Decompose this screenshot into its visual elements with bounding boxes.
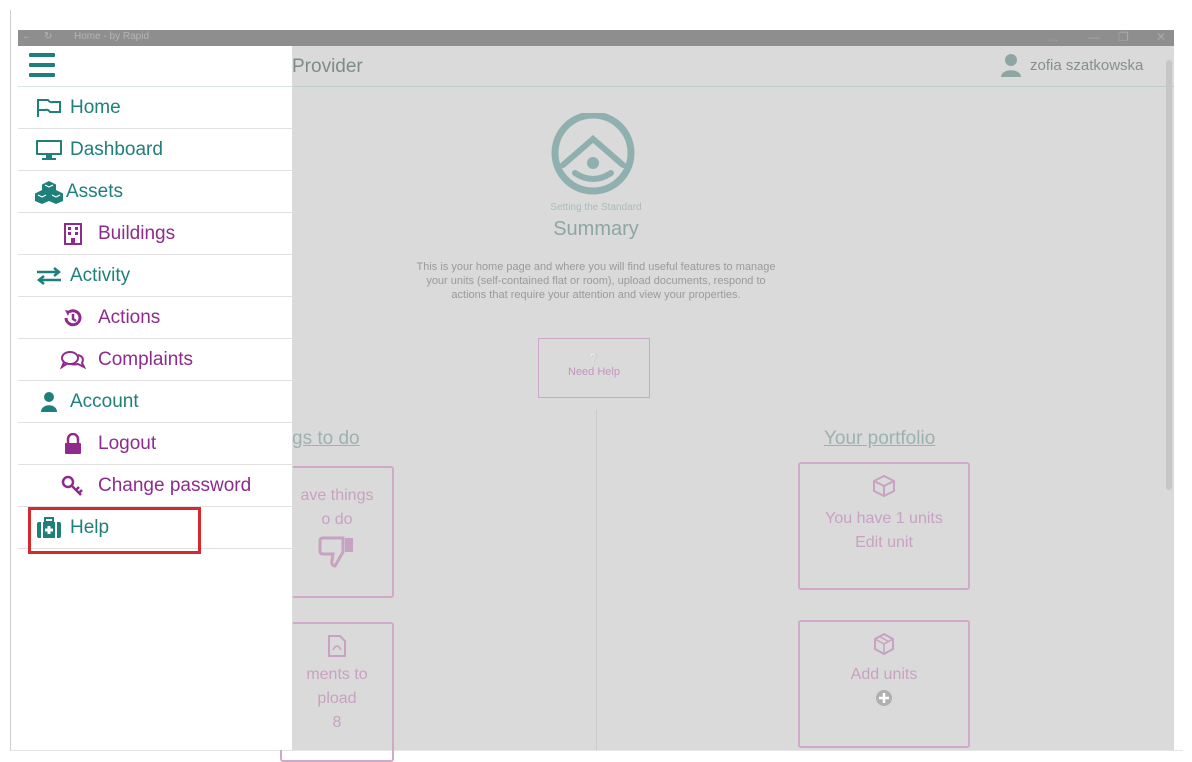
drawer-header <box>18 46 292 87</box>
nav-item-assets[interactable]: Assets <box>18 171 292 213</box>
comments-icon <box>58 348 88 372</box>
need-help-label: Need Help <box>568 366 620 378</box>
side-navigation-drawer: Home Dashboard Assets Buildings Activity <box>18 46 293 750</box>
user-icon <box>1001 54 1021 77</box>
units-card[interactable]: You have 1 units Edit unit <box>798 462 970 590</box>
nav-label: Home <box>70 96 121 118</box>
things-to-do-link[interactable]: gs to do <box>292 428 360 450</box>
help-highlight-box <box>28 507 201 554</box>
nav-menu: Home Dashboard Assets Buildings Activity <box>18 87 292 549</box>
nav-label: Buildings <box>98 222 176 244</box>
edit-unit-link[interactable]: Edit unit <box>800 531 968 555</box>
nav-item-change-password[interactable]: Change password <box>18 465 292 507</box>
units-count-text: You have 1 units <box>825 510 943 527</box>
nav-item-dashboard[interactable]: Dashboard <box>18 129 292 171</box>
user-icon <box>34 390 64 414</box>
nav-label: Change password <box>98 474 252 496</box>
your-portfolio-link[interactable]: Your portfolio <box>824 428 935 450</box>
monitor-icon <box>34 138 64 162</box>
nav-item-home[interactable]: Home <box>18 87 292 129</box>
flag-icon <box>34 96 64 120</box>
nav-label: Complaints <box>98 348 194 370</box>
add-units-card[interactable]: Add units <box>798 620 970 748</box>
section-divider <box>596 410 597 750</box>
close-icon[interactable]: ✕ <box>1156 30 1166 44</box>
refresh-icon[interactable]: ↻ <box>44 31 52 42</box>
question-icon: ❔ <box>587 354 601 366</box>
cubes-icon <box>874 632 894 656</box>
nav-label: Activity <box>70 264 131 286</box>
minimize-icon[interactable]: — <box>1088 30 1100 44</box>
nav-item-buildings[interactable]: Buildings <box>18 213 292 255</box>
brand-logo <box>549 111 637 202</box>
card-line: pload <box>317 690 357 707</box>
nav-item-account[interactable]: Account <box>18 381 292 423</box>
window-title: Home - by Rapid <box>74 31 150 42</box>
card-line: ments to <box>306 666 368 683</box>
nav-item-logout[interactable]: Logout <box>18 423 292 465</box>
nav-item-activity[interactable]: Activity <box>18 255 292 297</box>
things-to-do-card[interactable]: ave things o do <box>280 466 394 598</box>
documents-to-upload-card[interactable]: ments to pload 8 <box>280 622 394 762</box>
thumbs-down-icon <box>318 536 353 568</box>
pdf-file-icon <box>328 635 346 657</box>
page-title: Provider <box>292 56 363 77</box>
building-icon <box>58 222 88 246</box>
restore-icon[interactable]: ❐ <box>1118 30 1129 44</box>
brand-tagline: Setting the Standard <box>550 202 642 213</box>
cube-icon <box>873 474 895 498</box>
nav-label: Dashboard <box>70 138 163 160</box>
window-titlebar: ← ↻ Home - by Rapid ... — ❐ ✕ <box>18 30 1174 46</box>
user-menu[interactable]: zofia szatkowska <box>1000 53 1143 77</box>
nav-label: Account <box>70 390 139 412</box>
intro-text: This is your home page and where you wil… <box>416 261 776 301</box>
back-icon[interactable]: ← <box>22 31 32 42</box>
cubes-icon <box>34 180 64 204</box>
summary-heading: Summary <box>553 218 639 240</box>
card-line: ave things <box>300 487 374 504</box>
card-line: o do <box>321 511 353 528</box>
nav-item-complaints[interactable]: Complaints <box>18 339 292 381</box>
nav-item-actions[interactable]: Actions <box>18 297 292 339</box>
documents-count: 8 <box>332 714 342 731</box>
lock-icon <box>58 432 88 456</box>
hamburger-menu-icon[interactable] <box>29 53 55 77</box>
history-icon <box>58 306 88 330</box>
key-icon <box>58 474 88 498</box>
user-name: zofia szatkowska <box>1030 56 1144 74</box>
nav-label: Assets <box>66 180 124 202</box>
scrollbar[interactable] <box>1166 60 1172 490</box>
more-icon[interactable]: ... <box>1048 30 1058 44</box>
nav-label: Logout <box>98 432 157 454</box>
plus-circle-icon[interactable] <box>875 689 893 707</box>
add-units-label: Add units <box>850 666 918 683</box>
header-divider <box>292 86 1174 87</box>
need-help-button[interactable]: ❔ Need Help <box>538 338 650 398</box>
nav-label: Actions <box>98 306 161 328</box>
exchange-icon <box>34 264 64 288</box>
